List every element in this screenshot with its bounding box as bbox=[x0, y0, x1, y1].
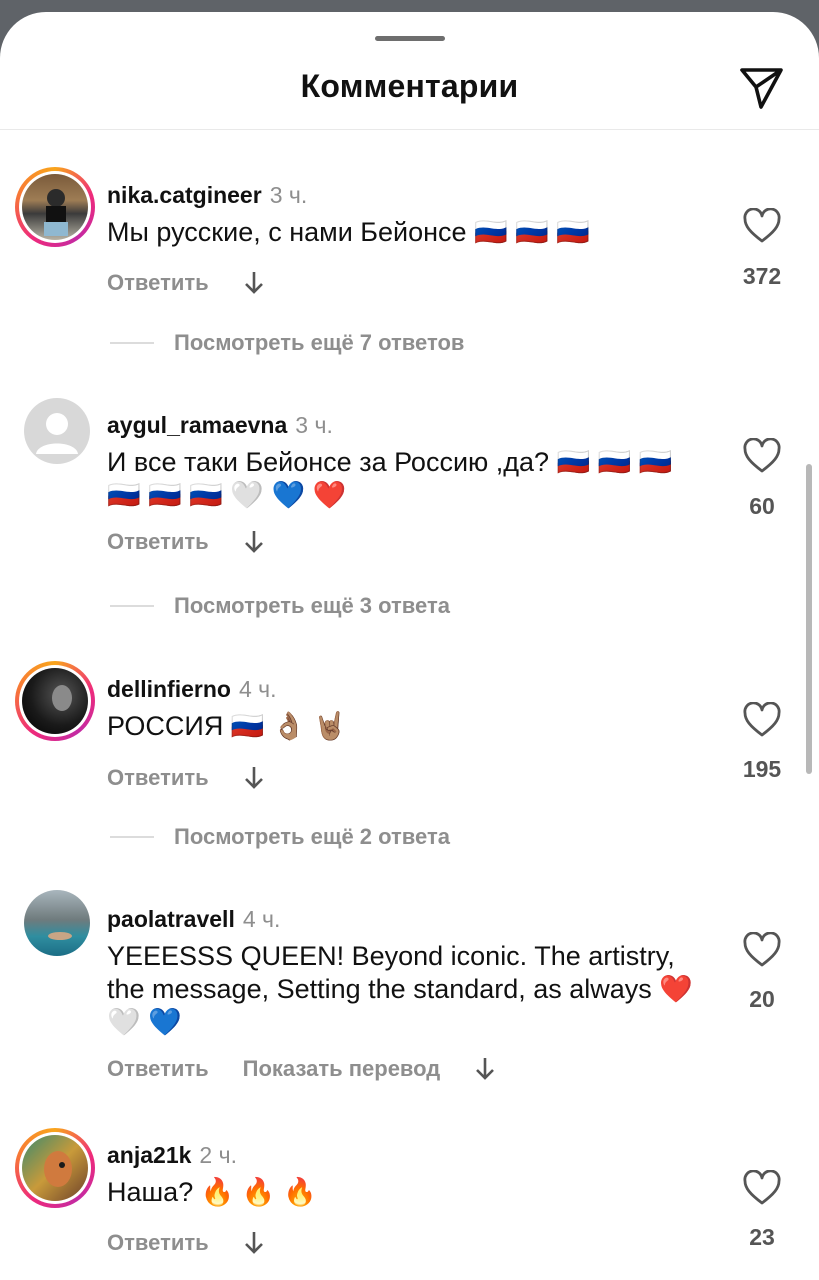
comment-text: РОССИЯ 🇷🇺 👌🏽 🤘🏽 bbox=[107, 711, 347, 741]
view-more-replies[interactable]: Посмотреть ещё 3 ответа bbox=[110, 593, 450, 619]
arrow-down-icon[interactable] bbox=[243, 270, 265, 296]
comment-time: 3 ч. bbox=[295, 412, 333, 438]
comment-time: 4 ч. bbox=[238, 676, 277, 702]
show-translation-button[interactable]: Показать перевод bbox=[243, 1056, 441, 1082]
comment-actions: Ответить bbox=[107, 1230, 265, 1256]
replies-divider-line bbox=[110, 342, 154, 344]
avatar[interactable] bbox=[15, 1128, 95, 1208]
comment-actions: Ответить bbox=[107, 765, 265, 791]
reply-button[interactable]: Ответить bbox=[107, 765, 209, 791]
arrow-down-icon[interactable] bbox=[474, 1056, 496, 1082]
like-count: 20 bbox=[749, 986, 775, 1012]
heart-outline-icon[interactable] bbox=[742, 932, 782, 968]
arrow-down-icon[interactable] bbox=[243, 765, 265, 791]
arrow-down-icon[interactable] bbox=[243, 529, 265, 555]
sheet-grabber-handle[interactable] bbox=[375, 36, 445, 41]
comments-sheet: Комментарии nika.catgineer 3 ч. Мы русски… bbox=[0, 12, 819, 1280]
header-divider bbox=[0, 129, 819, 130]
view-more-replies[interactable]: Посмотреть ещё 7 ответов bbox=[110, 330, 464, 356]
comment-actions: Ответить bbox=[107, 529, 265, 555]
avatar[interactable] bbox=[24, 890, 90, 956]
sheet-title: Комментарии bbox=[300, 68, 519, 104]
view-more-replies-label: Посмотреть ещё 2 ответа bbox=[174, 824, 450, 849]
like-count: 23 bbox=[749, 1224, 775, 1250]
reply-button[interactable]: Ответить bbox=[107, 1230, 209, 1256]
avatar[interactable] bbox=[15, 167, 95, 247]
heart-outline-icon[interactable] bbox=[742, 1170, 782, 1206]
comment-username[interactable]: anja21k 2 ч. bbox=[107, 1142, 237, 1169]
avatar[interactable] bbox=[24, 398, 90, 464]
paper-plane-icon[interactable] bbox=[736, 62, 786, 112]
comment-time: 3 ч. bbox=[269, 182, 308, 208]
scrollbar[interactable] bbox=[806, 464, 812, 774]
comment-username[interactable]: paolatravell 4 ч. bbox=[107, 906, 280, 933]
like-count: 195 bbox=[742, 756, 782, 782]
like-count: 372 bbox=[742, 263, 782, 289]
comment-text: Наша? 🔥 🔥 🔥 bbox=[107, 1177, 317, 1207]
heart-outline-icon[interactable] bbox=[742, 208, 782, 244]
replies-divider-line bbox=[110, 605, 154, 607]
comment-text: YEEESSS QUEEN! Beyond iconic. The artist… bbox=[107, 941, 693, 1037]
view-more-replies[interactable]: Посмотреть ещё 2 ответа bbox=[110, 824, 450, 850]
comment-username[interactable]: nika.catgineer 3 ч. bbox=[107, 182, 307, 209]
comment-actions: Ответить Показать перевод bbox=[107, 1056, 496, 1082]
view-more-replies-label: Посмотреть ещё 3 ответа bbox=[174, 593, 450, 618]
default-user-icon bbox=[36, 413, 78, 454]
arrow-down-icon[interactable] bbox=[243, 1230, 265, 1256]
heart-outline-icon[interactable] bbox=[742, 702, 782, 738]
comment-username[interactable]: dellinfierno 4 ч. bbox=[107, 676, 277, 703]
reply-button[interactable]: Ответить bbox=[107, 529, 209, 555]
comment-actions: Ответить bbox=[107, 270, 265, 296]
replies-divider-line bbox=[110, 836, 154, 838]
heart-outline-icon[interactable] bbox=[742, 438, 782, 474]
reply-button[interactable]: Ответить bbox=[107, 270, 209, 296]
like-count: 60 bbox=[749, 493, 775, 519]
avatar[interactable] bbox=[15, 661, 95, 741]
comment-username[interactable]: aygul_ramaevna 3 ч. bbox=[107, 412, 333, 439]
comment-time: 4 ч. bbox=[242, 906, 281, 932]
comment-text: Мы русские, с нами Бейонсе 🇷🇺 🇷🇺 🇷🇺 bbox=[107, 217, 590, 247]
comment-time: 2 ч. bbox=[199, 1142, 237, 1168]
comment-text: И все таки Бейонсе за Россию ,да? 🇷🇺 🇷🇺 … bbox=[107, 447, 673, 510]
view-more-replies-label: Посмотреть ещё 7 ответов bbox=[174, 330, 465, 355]
reply-button[interactable]: Ответить bbox=[107, 1056, 209, 1082]
